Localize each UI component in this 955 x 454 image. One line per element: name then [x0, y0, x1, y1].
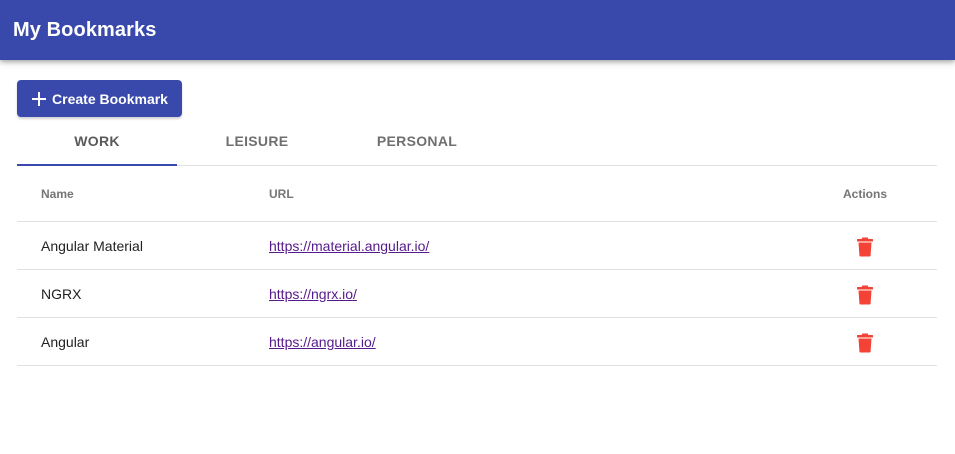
- tab-work-label: WORK: [74, 133, 120, 149]
- bookmarks-table: Name URL Actions Angular Material https:…: [17, 166, 937, 366]
- create-bookmark-button[interactable]: Create Bookmark: [17, 80, 182, 117]
- bookmark-name: Angular Material: [41, 237, 143, 254]
- trash-icon[interactable]: [853, 331, 877, 355]
- bookmark-url-link[interactable]: https://angular.io/: [269, 334, 376, 350]
- header-url: URL: [269, 186, 294, 201]
- tab-personal[interactable]: PERSONAL: [337, 117, 497, 165]
- tab-personal-label: PERSONAL: [376, 133, 458, 149]
- table-header-row: Name URL Actions: [17, 166, 937, 222]
- app-toolbar: My Bookmarks: [0, 0, 955, 60]
- tab-leisure[interactable]: LEISURE: [177, 117, 337, 165]
- bookmark-url-link[interactable]: https://material.angular.io/: [269, 238, 429, 254]
- bookmark-name: Angular: [41, 333, 90, 350]
- tab-work[interactable]: WORK: [17, 117, 177, 166]
- plus-icon: [31, 91, 47, 107]
- app-title: My Bookmarks: [13, 18, 157, 41]
- trash-icon[interactable]: [853, 283, 877, 307]
- bookmark-tabs: WORK LEISURE PERSONAL: [17, 117, 937, 166]
- create-bookmark-label: Create Bookmark: [52, 90, 168, 107]
- table-row: NGRX https://ngrx.io/: [17, 270, 937, 318]
- header-name: Name: [41, 186, 74, 201]
- tab-leisure-label: LEISURE: [225, 133, 289, 149]
- bookmark-url-link[interactable]: https://ngrx.io/: [269, 286, 357, 302]
- trash-icon[interactable]: [853, 235, 877, 259]
- bookmark-name: NGRX: [41, 285, 82, 302]
- header-actions: Actions: [842, 186, 887, 201]
- table-row: Angular https://angular.io/: [17, 318, 937, 366]
- table-row: Angular Material https://material.angula…: [17, 222, 937, 270]
